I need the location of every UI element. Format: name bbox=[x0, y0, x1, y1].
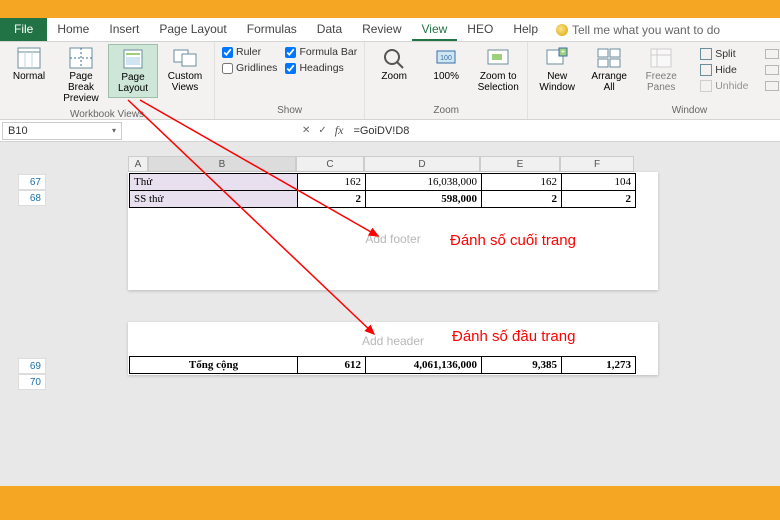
row-headers-bottom[interactable]: 69 70 bbox=[18, 358, 46, 390]
view-side-by-side-button[interactable]: View Side by bbox=[762, 46, 780, 62]
arrange-all-icon bbox=[597, 47, 621, 69]
ribbon-tabs: File Home Insert Page Layout Formulas Da… bbox=[0, 18, 780, 42]
cancel-formula-button[interactable]: ✕ bbox=[302, 125, 310, 136]
side-by-side-icon bbox=[765, 49, 779, 59]
zoom-to-selection-button[interactable]: Zoom to Selection bbox=[473, 44, 523, 96]
normal-view-button[interactable]: Normal bbox=[4, 44, 54, 85]
hide-icon bbox=[700, 64, 712, 76]
normal-view-icon bbox=[17, 47, 41, 69]
name-box[interactable]: B10▾ bbox=[2, 122, 122, 140]
zoom-selection-icon bbox=[486, 47, 510, 69]
group-label-show: Show bbox=[219, 103, 360, 119]
data-table-1[interactable]: Thử 162 16,038,000 162 104 SS thử 2 598,… bbox=[129, 173, 636, 208]
zoom-100-button[interactable]: 100 100% bbox=[421, 44, 471, 85]
formula-bar: B10▾ ✕ ✓ fx bbox=[0, 120, 780, 142]
page-1: Thử 162 16,038,000 162 104 SS thử 2 598,… bbox=[128, 172, 658, 290]
annotation-header: Đánh số đầu trang bbox=[452, 328, 575, 345]
ribbon: Normal Page Break Preview Page Layout Cu… bbox=[0, 42, 780, 120]
formula-input[interactable] bbox=[353, 125, 495, 137]
headings-checkbox[interactable]: Headings bbox=[282, 60, 360, 76]
page-layout-icon bbox=[121, 48, 145, 70]
split-button[interactable]: Split bbox=[697, 46, 751, 62]
tab-file[interactable]: File bbox=[0, 18, 47, 41]
new-window-icon: + bbox=[545, 47, 569, 69]
svg-text:100: 100 bbox=[440, 55, 452, 62]
zoom-100-icon: 100 bbox=[434, 47, 458, 69]
page-break-icon bbox=[69, 47, 93, 69]
split-icon bbox=[700, 48, 712, 60]
bulb-icon bbox=[556, 24, 568, 36]
tell-me[interactable]: Tell me what you want to do bbox=[556, 18, 720, 41]
annotation-footer: Đánh số cuối trang bbox=[450, 232, 576, 249]
custom-views-button[interactable]: Custom Views bbox=[160, 44, 210, 96]
group-label-window: Window bbox=[532, 103, 780, 119]
tab-help[interactable]: Help bbox=[503, 18, 548, 41]
reset-window-button[interactable]: Reset Windo bbox=[762, 78, 780, 94]
tab-view[interactable]: View bbox=[412, 18, 458, 41]
unhide-icon bbox=[700, 80, 712, 92]
data-table-2[interactable]: Tổng cộng 612 4,061,136,000 9,385 1,273 bbox=[129, 356, 636, 374]
new-window-button[interactable]: + New Window bbox=[532, 44, 582, 96]
table-row: SS thử 2 598,000 2 2 bbox=[130, 191, 636, 208]
zoom-button[interactable]: Zoom bbox=[369, 44, 419, 85]
reset-window-icon bbox=[765, 81, 779, 91]
row-headers-top[interactable]: 67 68 bbox=[18, 174, 46, 206]
table-row: Thử 162 16,038,000 162 104 bbox=[130, 174, 636, 191]
tab-formulas[interactable]: Formulas bbox=[237, 18, 307, 41]
fx-icon[interactable]: fx bbox=[335, 123, 344, 138]
column-headers[interactable]: A B C D E F bbox=[128, 156, 634, 172]
ruler-checkbox[interactable]: Ruler bbox=[219, 44, 280, 60]
tab-review[interactable]: Review bbox=[352, 18, 411, 41]
page-2: Add header Tổng cộng 612 4,061,136,000 9… bbox=[128, 322, 658, 375]
tab-heo[interactable]: HEO bbox=[457, 18, 503, 41]
chevron-down-icon: ▾ bbox=[112, 126, 116, 135]
sync-scroll-icon bbox=[765, 65, 779, 75]
worksheet-area[interactable]: A B C D E F 67 68 Thử 162 16,038,000 162… bbox=[0, 142, 780, 502]
enter-formula-button[interactable]: ✓ bbox=[318, 125, 326, 136]
header-placeholder[interactable]: Add header bbox=[128, 334, 658, 348]
tab-insert[interactable]: Insert bbox=[99, 18, 149, 41]
footer-placeholder[interactable]: Add footer bbox=[129, 232, 657, 246]
tab-home[interactable]: Home bbox=[47, 18, 99, 41]
custom-views-icon bbox=[173, 47, 197, 69]
synchronous-scrolling-button[interactable]: Synchronous bbox=[762, 62, 780, 78]
zoom-icon bbox=[382, 47, 406, 69]
formula-bar-checkbox[interactable]: Formula Bar bbox=[282, 44, 360, 60]
page-break-preview-button[interactable]: Page Break Preview bbox=[56, 44, 106, 107]
unhide-button[interactable]: Unhide bbox=[697, 78, 751, 94]
group-label-zoom: Zoom bbox=[369, 103, 523, 119]
svg-text:+: + bbox=[561, 47, 566, 56]
freeze-panes-button[interactable]: Freeze Panes bbox=[636, 44, 686, 96]
gridlines-checkbox[interactable]: Gridlines bbox=[219, 60, 280, 76]
tab-page-layout[interactable]: Page Layout bbox=[149, 18, 236, 41]
hide-button[interactable]: Hide bbox=[697, 62, 751, 78]
arrange-all-button[interactable]: Arrange All bbox=[584, 44, 634, 96]
tab-data[interactable]: Data bbox=[307, 18, 352, 41]
freeze-panes-icon bbox=[649, 47, 673, 69]
page-layout-view-button[interactable]: Page Layout bbox=[108, 44, 158, 98]
table-row: Tổng cộng 612 4,061,136,000 9,385 1,273 bbox=[130, 357, 636, 374]
